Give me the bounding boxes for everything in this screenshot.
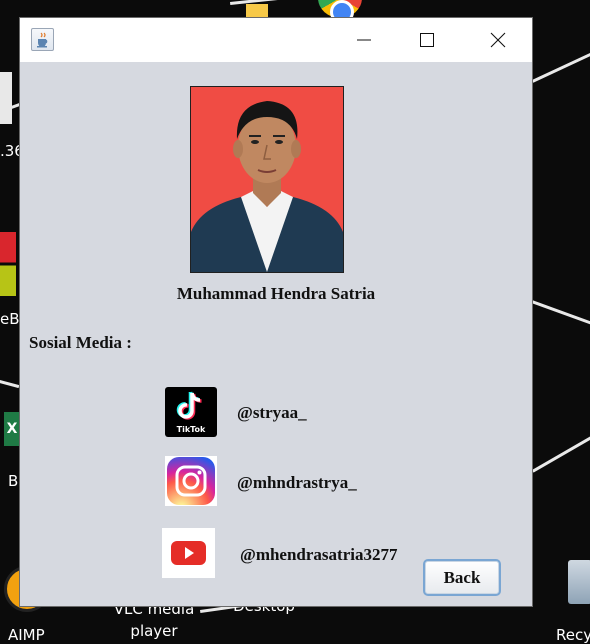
- tiktok-handle: @stryaa_: [237, 403, 307, 422]
- desktop-label[interactable]: Recy: [556, 626, 590, 644]
- recycle-bin-icon[interactable]: [568, 560, 590, 604]
- close-icon: [490, 32, 506, 48]
- minimize-button[interactable]: [341, 18, 387, 62]
- maximize-icon: [420, 33, 434, 47]
- title-bar[interactable]: [20, 18, 532, 62]
- social-media-heading: Sosial Media :: [29, 333, 132, 352]
- instagram-handle: @mhndrastrya_: [237, 473, 357, 492]
- minimize-icon: [357, 39, 371, 41]
- close-button[interactable]: [475, 18, 521, 62]
- youtube-handle: @mhendrasatria3277: [240, 545, 398, 564]
- desktop-stripe: [530, 300, 590, 331]
- excel-icon[interactable]: X: [4, 412, 20, 446]
- app-tile-icon[interactable]: [0, 232, 16, 296]
- profile-window: Muhammad Hendra Satria Sosial Media : Ti…: [20, 18, 532, 606]
- folder-icon[interactable]: [246, 4, 268, 18]
- chrome-icon[interactable]: [318, 0, 362, 24]
- desktop-label[interactable]: B: [8, 472, 18, 490]
- tiktok-icon-label: TikTok: [176, 425, 206, 434]
- instagram-icon[interactable]: [165, 456, 217, 506]
- desktop-stripe: [532, 435, 590, 473]
- back-button[interactable]: Back: [423, 559, 501, 596]
- maximize-button[interactable]: [404, 18, 450, 62]
- profile-name: Muhammad Hendra Satria: [176, 284, 376, 303]
- java-cup-icon: [31, 28, 54, 51]
- desktop-stripe: [0, 380, 20, 389]
- desktop-label[interactable]: eB: [0, 310, 20, 328]
- file-icon[interactable]: [0, 72, 12, 124]
- tiktok-icon[interactable]: TikTok: [165, 387, 217, 437]
- youtube-icon[interactable]: [162, 528, 215, 578]
- profile-photo: [190, 86, 344, 273]
- desktop-stripe: [532, 46, 590, 83]
- desktop-label[interactable]: AIMP: [8, 626, 45, 644]
